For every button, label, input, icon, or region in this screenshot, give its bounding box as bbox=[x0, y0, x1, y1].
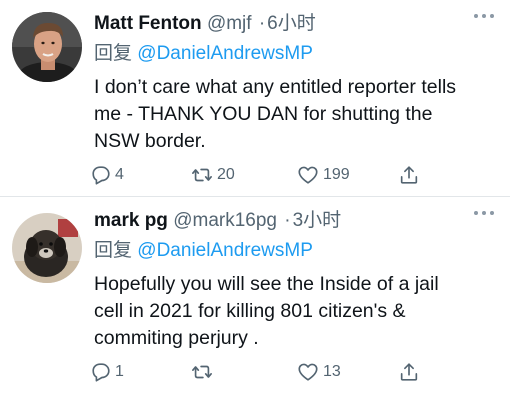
tweet-text-line: Hopefully you will see the Inside of a j… bbox=[94, 273, 439, 295]
reply-icon bbox=[92, 166, 110, 185]
retweet-icon bbox=[192, 168, 212, 182]
like-count: 199 bbox=[323, 166, 350, 183]
author-name[interactable]: Matt Fenton bbox=[94, 13, 202, 34]
reply-icon bbox=[92, 363, 110, 382]
author-name[interactable]: mark pg bbox=[94, 210, 168, 231]
tweet-header: Matt Fenton @mjf · 6小时 bbox=[94, 10, 480, 38]
action-bar: 1 13 bbox=[90, 359, 490, 385]
reply-count: 4 bbox=[115, 166, 124, 183]
share-button[interactable] bbox=[398, 162, 420, 188]
separator: · bbox=[258, 13, 266, 34]
tweet[interactable]: mark pg @mark16pg · 3小时 回复 @DanielAndrews… bbox=[0, 197, 510, 409]
heart-icon bbox=[298, 166, 318, 184]
timestamp[interactable]: 3小时 bbox=[293, 210, 342, 231]
retweet-icon bbox=[192, 365, 212, 379]
share-icon bbox=[400, 363, 418, 381]
tweet-text-line: NSW border. bbox=[94, 130, 206, 152]
reply-prefix: 回复 bbox=[94, 240, 133, 261]
tweet-text: Hopefully you will see the Inside of a j… bbox=[94, 271, 494, 352]
like-button[interactable]: 199 bbox=[296, 162, 350, 188]
man-avatar-image bbox=[12, 12, 82, 82]
share-button[interactable] bbox=[398, 359, 420, 385]
timestamp[interactable]: 6小时 bbox=[267, 13, 316, 34]
reply-mention-link[interactable]: @DanielAndrewsMP bbox=[137, 240, 313, 261]
dog-avatar-image bbox=[12, 213, 82, 283]
more-icon[interactable] bbox=[474, 14, 494, 18]
reply-button[interactable]: 1 bbox=[90, 359, 124, 385]
more-icon[interactable] bbox=[474, 211, 494, 215]
heart-icon bbox=[298, 363, 318, 381]
reply-context: 回复 @DanielAndrewsMP bbox=[94, 237, 313, 265]
like-button[interactable]: 13 bbox=[296, 359, 341, 385]
tweet-text-line: me - THANK YOU DAN for shutting the bbox=[94, 103, 433, 125]
avatar[interactable] bbox=[12, 213, 82, 283]
tweet[interactable]: Matt Fenton @mjf · 6小时 回复 @DanielAndrewsM… bbox=[0, 0, 510, 197]
author-handle[interactable]: @mjf bbox=[207, 13, 252, 34]
tweet-text-line: commiting perjury . bbox=[94, 327, 259, 349]
retweet-button[interactable]: 20 bbox=[190, 162, 235, 188]
separator: · bbox=[284, 210, 291, 231]
action-bar: 4 20 199 bbox=[90, 162, 490, 188]
reply-prefix: 回复 bbox=[94, 43, 133, 64]
avatar[interactable] bbox=[12, 12, 82, 82]
like-count: 13 bbox=[323, 363, 341, 380]
retweet-count: 20 bbox=[217, 166, 235, 183]
reply-context: 回复 @DanielAndrewsMP bbox=[94, 40, 313, 68]
retweet-button[interactable] bbox=[190, 359, 217, 385]
share-icon bbox=[400, 166, 418, 184]
tweet-header: mark pg @mark16pg · 3小时 bbox=[94, 207, 480, 235]
reply-count: 1 bbox=[115, 363, 124, 380]
tweet-text: I don’t care what any entitled reporter … bbox=[94, 74, 494, 155]
author-handle[interactable]: @mark16pg bbox=[173, 210, 277, 231]
tweet-text-line: cell in 2021 for killing 801 citizen's & bbox=[94, 300, 406, 322]
tweet-text-line: I don’t care what any entitled reporter … bbox=[94, 76, 457, 98]
reply-mention-link[interactable]: @DanielAndrewsMP bbox=[137, 43, 313, 64]
reply-button[interactable]: 4 bbox=[90, 162, 124, 188]
